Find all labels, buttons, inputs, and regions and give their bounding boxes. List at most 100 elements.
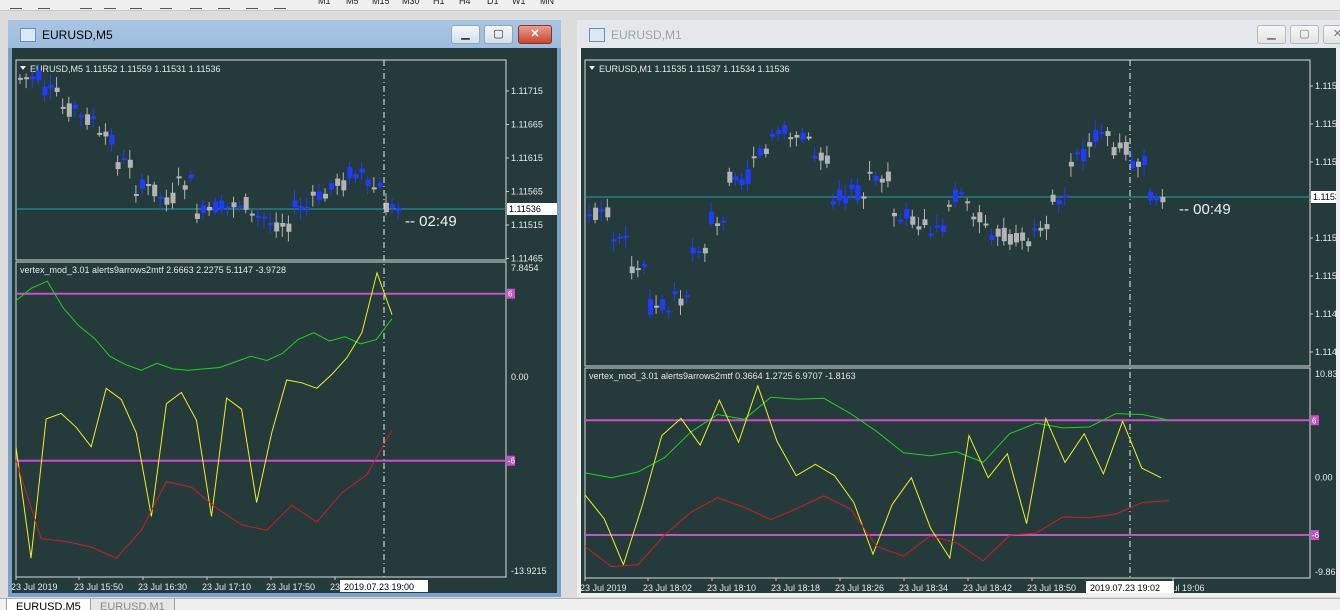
close-button[interactable]: ✕ bbox=[1323, 25, 1340, 44]
candle-body bbox=[390, 204, 396, 209]
indicator-panel-frame bbox=[584, 367, 1311, 579]
candle-body bbox=[709, 211, 714, 225]
candle-body bbox=[384, 202, 389, 213]
candle-body bbox=[54, 87, 60, 92]
candle-body bbox=[1062, 195, 1068, 198]
candle-body bbox=[654, 305, 660, 308]
candle-body bbox=[1038, 227, 1044, 231]
candle-body bbox=[60, 106, 66, 109]
close-button[interactable]: ✕ bbox=[518, 25, 552, 44]
candle-body bbox=[164, 197, 170, 205]
candle-body bbox=[702, 247, 708, 254]
candle-body bbox=[42, 86, 48, 96]
candle-body bbox=[971, 216, 977, 220]
candle-body bbox=[341, 180, 347, 191]
price-chart[interactable]: EURUSD,M1 1.11535 1.11537 1.11534 1.1153… bbox=[581, 48, 1336, 593]
candle-body bbox=[231, 202, 237, 208]
candle-body bbox=[146, 184, 152, 187]
candle-body bbox=[207, 206, 213, 211]
candle-body bbox=[904, 209, 910, 219]
candle-body bbox=[861, 196, 867, 199]
candle-body bbox=[371, 187, 377, 190]
candle-body bbox=[262, 216, 267, 219]
candle-body bbox=[837, 189, 843, 201]
price-axis-label: 1.1149 bbox=[1315, 309, 1336, 319]
candle-body bbox=[648, 299, 653, 315]
candle-body bbox=[922, 219, 928, 226]
tab-eurusd-m5[interactable]: EURUSD,M5 bbox=[6, 599, 91, 610]
candle-body bbox=[812, 155, 818, 159]
shapes-icon[interactable] bbox=[190, 0, 202, 9]
cursor-icon[interactable] bbox=[10, 0, 22, 9]
price-axis-label: 1.11615 bbox=[511, 153, 543, 163]
candle-body bbox=[268, 222, 274, 226]
timeframe-button-h4[interactable]: H4 bbox=[459, 0, 471, 6]
trendline-icon[interactable] bbox=[130, 0, 142, 9]
candle-body bbox=[617, 236, 623, 239]
maximize-button[interactable]: ▢ bbox=[484, 25, 513, 44]
arrows-icon[interactable] bbox=[274, 0, 286, 9]
candle-body bbox=[140, 179, 145, 189]
price-axis-label: 1.11715 bbox=[511, 86, 543, 96]
candle-body bbox=[727, 171, 733, 183]
candle-body bbox=[1154, 196, 1160, 201]
candle-body bbox=[79, 115, 84, 118]
minimize-button[interactable]: ▁ bbox=[451, 25, 480, 44]
candle-body bbox=[690, 247, 696, 254]
time-axis-label: 23 Jul 18:02 bbox=[643, 583, 692, 593]
candle-body bbox=[965, 201, 971, 204]
candle-body bbox=[623, 235, 629, 238]
price-panel-frame bbox=[15, 59, 507, 261]
candle-body bbox=[1001, 227, 1007, 242]
timeframe-button-d1[interactable]: D1 bbox=[487, 0, 499, 6]
level-label: -6 bbox=[1312, 531, 1320, 540]
candle-body bbox=[715, 223, 721, 227]
candle-body bbox=[182, 185, 188, 190]
vertical-line-icon[interactable] bbox=[80, 0, 92, 9]
label-icon[interactable] bbox=[246, 0, 258, 9]
text-icon[interactable] bbox=[218, 0, 230, 9]
candle-body bbox=[635, 268, 641, 271]
timeframe-button-mn[interactable]: MN bbox=[540, 0, 554, 6]
candle-body bbox=[873, 176, 879, 181]
candle-body bbox=[24, 77, 30, 80]
candle-body bbox=[770, 133, 775, 137]
window-titlebar[interactable]: EURUSD,M1 ▁ ▢ ✕ bbox=[577, 20, 1340, 48]
candle-body bbox=[213, 201, 219, 213]
candle-body bbox=[48, 84, 54, 89]
candle-body bbox=[739, 179, 745, 185]
indicator-panel-frame bbox=[15, 261, 507, 578]
horizontal-line-icon[interactable] bbox=[104, 0, 116, 9]
candle-body bbox=[776, 129, 782, 134]
candle-body bbox=[678, 298, 684, 306]
timeframe-button-m30[interactable]: M30 bbox=[402, 0, 420, 6]
candle-body bbox=[170, 192, 176, 204]
candle-body bbox=[396, 207, 402, 212]
candle-body bbox=[127, 159, 133, 168]
candle-body bbox=[304, 206, 310, 209]
candle-body bbox=[672, 291, 678, 295]
minimize-button[interactable]: ▁ bbox=[1257, 25, 1286, 44]
price-axis-label: 1.11565 bbox=[511, 187, 543, 197]
maximize-button[interactable]: ▢ bbox=[1290, 25, 1319, 44]
time-axis-label: 23 Jul 16:30 bbox=[138, 582, 187, 592]
candle-body bbox=[1142, 155, 1148, 166]
candle-body bbox=[292, 200, 298, 208]
timeframe-button-w1[interactable]: W1 bbox=[512, 0, 526, 6]
price-chart[interactable]: EURUSD,M5 1.11552 1.11559 1.11531 1.1153… bbox=[12, 48, 557, 593]
timeframe-button-m15[interactable]: M15 bbox=[372, 0, 390, 6]
timeframe-button-m1[interactable]: M1 bbox=[318, 0, 331, 6]
tab-eurusd-m1[interactable]: EURUSD,M1 bbox=[90, 599, 175, 610]
window-titlebar[interactable]: EURUSD,M5 ▁ ▢ ✕ bbox=[8, 20, 561, 48]
candle-body bbox=[983, 223, 989, 226]
fibonacci-icon[interactable] bbox=[160, 0, 172, 9]
chart-window-eurusd-m1[interactable]: EURUSD,M1 ▁ ▢ ✕ EURUSD,M1 1.11535 1.1153… bbox=[577, 20, 1340, 597]
candle-body bbox=[593, 207, 599, 220]
crosshair-icon[interactable] bbox=[38, 0, 50, 9]
chart-window-eurusd-m5[interactable]: EURUSD,M5 ▁ ▢ ✕ EURUSD,M5 1.11552 1.1155… bbox=[8, 20, 561, 597]
timeframe-button-h1[interactable]: H1 bbox=[433, 0, 445, 6]
candle-body bbox=[298, 206, 304, 211]
time-axis-label: 23 Jul 18:42 bbox=[963, 583, 1012, 593]
indicator-axis-label: 0.00 bbox=[511, 372, 529, 382]
timeframe-button-m5[interactable]: M5 bbox=[346, 0, 359, 6]
